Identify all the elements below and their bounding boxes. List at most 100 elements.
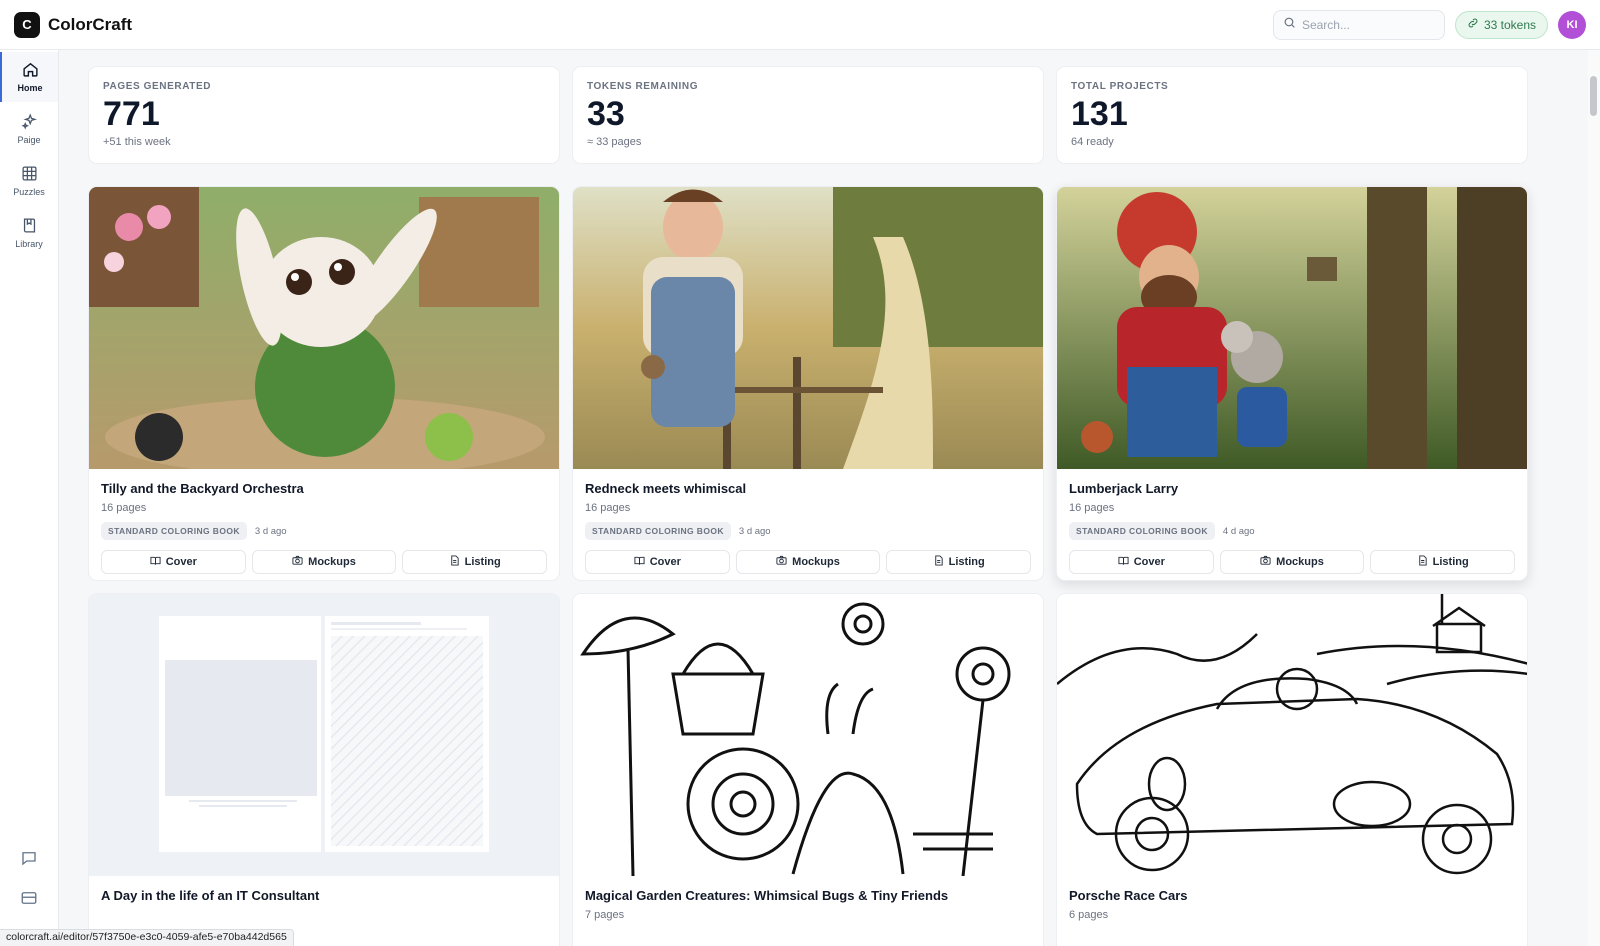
project-type-badge: STANDARD COLORING BOOK [585, 522, 731, 540]
stat-label: PAGES GENERATED [103, 81, 212, 92]
project-thumbnail[interactable] [573, 187, 1043, 469]
project-thumbnail[interactable] [1057, 187, 1527, 469]
sidebar-item-label: Paige [17, 135, 41, 145]
mockups-button[interactable]: Mockups [735, 550, 881, 574]
project-age: 4 d ago [1222, 525, 1255, 537]
project-pages: 16 pages [585, 502, 631, 514]
listing-label: Listing [464, 556, 501, 568]
mockups-button[interactable]: Mockups [1219, 550, 1365, 574]
project-grid: Tilly and the Backyard Orchestra 16 page… [88, 186, 1558, 946]
camera-icon [292, 555, 303, 569]
document-icon [449, 555, 460, 569]
mockups-label: Mockups [1276, 556, 1324, 568]
project-thumbnail[interactable] [573, 594, 1043, 876]
stat-value: 771 [103, 95, 160, 133]
listing-button[interactable]: Listing [402, 550, 548, 574]
mockups-button[interactable]: Mockups [251, 550, 397, 574]
stat-card-projects: TOTAL PROJECTS 131 64 ready [1056, 66, 1528, 164]
project-title[interactable]: Magical Garden Creatures: Whimsical Bugs… [585, 888, 1031, 903]
cover-label: Cover [649, 556, 681, 568]
avatar[interactable]: KI [1558, 10, 1586, 39]
stat-card-tokens: TOKENS REMAINING 33 ≈ 33 pages [572, 66, 1044, 164]
cover-label: Cover [165, 556, 197, 568]
mockups-label: Mockups [308, 556, 356, 568]
link-icon [1467, 17, 1479, 32]
stat-sub: 64 ready [1071, 136, 1114, 148]
project-title[interactable]: Porsche Race Cars [1069, 888, 1515, 903]
top-bar: C ColorCraft 33 tokens KI [0, 0, 1600, 50]
app-logo[interactable]: C [14, 11, 40, 38]
book-open-icon [634, 555, 645, 569]
chat-icon [20, 849, 38, 872]
project-title[interactable]: A Day in the life of an IT Consultant [101, 888, 547, 903]
project-age: 3 d ago [738, 525, 771, 537]
listing-label: Listing [948, 556, 985, 568]
project-type-badge: STANDARD COLORING BOOK [101, 522, 247, 540]
sidebar-item-label: Home [17, 83, 43, 93]
project-title[interactable]: Lumberjack Larry [1069, 481, 1515, 496]
stat-sub: +51 this week [103, 136, 171, 148]
camera-icon [1260, 555, 1271, 569]
stat-label: TOTAL PROJECTS [1071, 81, 1169, 92]
listing-button[interactable]: Listing [1370, 550, 1516, 574]
project-card[interactable]: Lumberjack Larry 16 pages STANDARD COLOR… [1056, 186, 1528, 581]
project-thumbnail[interactable] [1057, 594, 1527, 876]
book-icon [21, 217, 38, 236]
camera-icon [776, 555, 787, 569]
project-card[interactable]: Porsche Race Cars 6 pages [1056, 593, 1528, 946]
scrollbar-track[interactable] [1588, 50, 1600, 946]
sidebar-item-puzzles[interactable]: Puzzles [0, 156, 58, 206]
sidebar-item-library[interactable]: Library [0, 208, 58, 258]
project-pages: 6 pages [1069, 909, 1109, 921]
book-open-icon [150, 555, 161, 569]
project-age: 3 d ago [254, 525, 287, 537]
project-thumbnail[interactable] [89, 187, 559, 469]
listing-label: Listing [1432, 556, 1469, 568]
chat-button[interactable] [0, 849, 58, 872]
stat-card-pages: PAGES GENERATED 771 +51 this week [88, 66, 560, 164]
stat-sub: ≈ 33 pages [587, 136, 642, 148]
scrollbar-thumb[interactable] [1590, 76, 1597, 116]
stats-row: PAGES GENERATED 771 +51 this week TOKENS… [88, 66, 1558, 164]
cover-button[interactable]: Cover [101, 550, 246, 574]
cover-label: Cover [1133, 556, 1165, 568]
book-open-icon [1118, 555, 1129, 569]
project-thumbnail-placeholder[interactable] [89, 594, 559, 876]
project-card[interactable]: Magical Garden Creatures: Whimsical Bugs… [572, 593, 1044, 946]
main-content: PAGES GENERATED 771 +51 this week TOKENS… [88, 66, 1558, 946]
panel-toggle-button[interactable] [0, 889, 58, 912]
stat-label: TOKENS REMAINING [587, 81, 699, 92]
project-card[interactable]: A Day in the life of an IT Consultant [88, 593, 560, 946]
token-count: 33 tokens [1483, 17, 1536, 32]
panel-icon [20, 889, 38, 912]
document-icon [933, 555, 944, 569]
listing-button[interactable]: Listing [886, 550, 1032, 574]
grid-icon [21, 165, 38, 184]
project-pages: 16 pages [101, 502, 147, 514]
sidebar-item-home[interactable]: Home [0, 52, 58, 102]
project-pages: 16 pages [1069, 502, 1115, 514]
project-card[interactable]: Redneck meets whimiscal 16 pages STANDAR… [572, 186, 1044, 581]
project-title[interactable]: Redneck meets whimiscal [585, 481, 1031, 496]
home-icon [22, 61, 39, 80]
project-type-badge: STANDARD COLORING BOOK [1069, 522, 1215, 540]
cover-button[interactable]: Cover [1069, 550, 1214, 574]
search-input[interactable] [1301, 17, 1432, 32]
sidebar-item-label: Library [15, 239, 43, 249]
project-pages: 7 pages [585, 909, 625, 921]
search-icon [1283, 16, 1296, 34]
token-balance-badge[interactable]: 33 tokens [1454, 10, 1548, 39]
app-name[interactable]: ColorCraft [48, 15, 132, 35]
project-card[interactable]: Tilly and the Backyard Orchestra 16 page… [88, 186, 560, 581]
stat-value: 33 [587, 95, 625, 133]
sidebar: Home Paige Puzzles Library [0, 50, 59, 946]
document-icon [1417, 555, 1428, 569]
mockups-label: Mockups [792, 556, 840, 568]
sidebar-item-paige[interactable]: Paige [0, 104, 58, 154]
cover-button[interactable]: Cover [585, 550, 730, 574]
sparkles-icon [21, 113, 38, 132]
project-title[interactable]: Tilly and the Backyard Orchestra [101, 481, 547, 496]
status-url: colorcraft.ai/editor/57f3750e-e3c0-4059-… [0, 929, 294, 946]
search-box[interactable] [1272, 9, 1445, 40]
sidebar-item-label: Puzzles [13, 187, 45, 197]
